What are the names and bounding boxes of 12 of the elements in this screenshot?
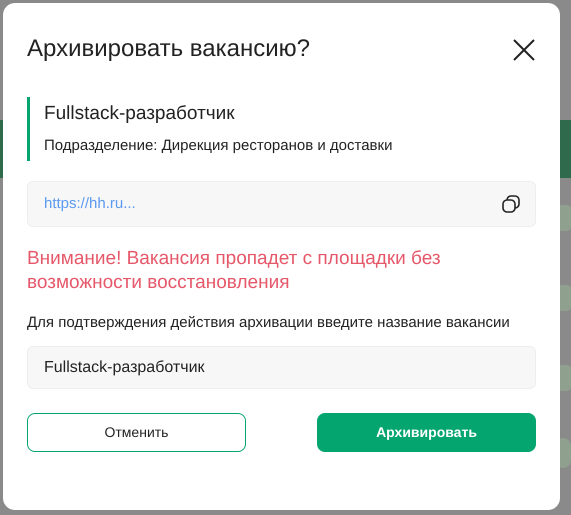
link-text[interactable]: https://hh.ru... — [44, 192, 136, 216]
vacancy-name-field[interactable]: Fullstack-разработчик — [27, 346, 536, 389]
copy-icon[interactable] — [501, 194, 521, 214]
department-text: Подразделение: Дирекция ресторанов и доставки — [44, 136, 394, 156]
close-icon[interactable] — [513, 39, 535, 61]
link-field[interactable]: https://hh.ru... — [27, 181, 536, 227]
archive-button[interactable]: Архивировать — [317, 413, 536, 452]
cancel-button[interactable]: Отменить — [27, 413, 246, 452]
confirm-label: Для подтверждения действия архивации введите название вакансии — [27, 313, 511, 333]
warning-text: Внимание! Вакансия пропадет с площадки без возможности восстановления — [27, 247, 442, 295]
dialog-title: Архивировать вакансию? — [27, 34, 310, 64]
vacancy-name: Fullstack-разработчик — [44, 102, 236, 126]
